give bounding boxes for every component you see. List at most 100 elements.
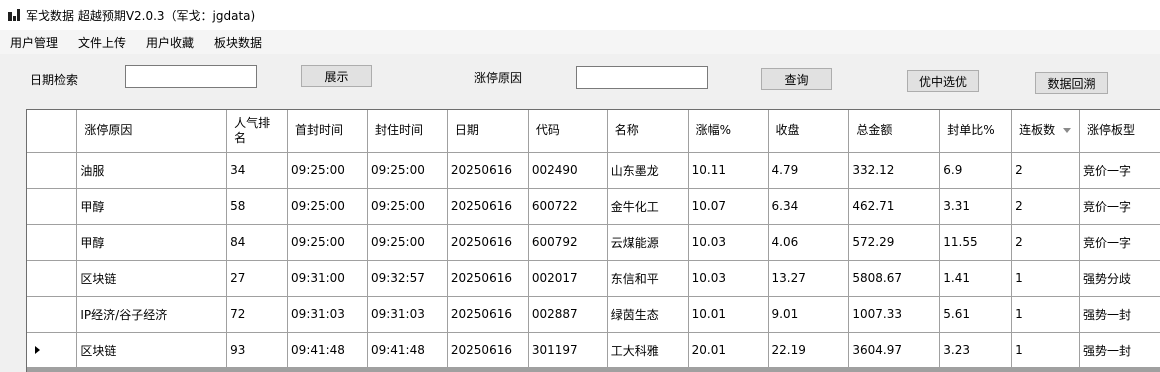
cell-code[interactable]: 600722 — [527, 187, 608, 225]
cell-consecutive-boards[interactable]: 1 — [1011, 295, 1080, 333]
cell-seal-time[interactable]: 09:31:03 — [366, 295, 448, 333]
query-button[interactable]: 查询 — [761, 68, 832, 90]
cell-name[interactable]: 工大科雅 — [606, 331, 689, 369]
row-header[interactable] — [27, 187, 78, 225]
column-header-board-type[interactable]: 涨停板型 — [1079, 110, 1160, 153]
cell-name[interactable]: 云煤能源 — [606, 223, 689, 261]
cell-close[interactable]: 4.06 — [767, 223, 850, 261]
cell-first-seal-time[interactable]: 09:25:00 — [287, 151, 368, 189]
cell-first-seal-time[interactable]: 09:31:03 — [287, 295, 368, 333]
cell-date[interactable]: 20250616 — [446, 331, 529, 369]
cell-popularity[interactable]: 72 — [226, 295, 289, 333]
cell-name[interactable]: 绿茵生态 — [606, 295, 689, 333]
table-row[interactable]: 甲醇 84 09:25:00 09:25:00 20250616 600792 云煤能源 10… — [27, 223, 1160, 261]
cell-seal-time[interactable]: 09:41:48 — [366, 331, 448, 369]
cell-first-seal-time[interactable]: 09:25:00 — [287, 223, 368, 261]
cell-consecutive-boards[interactable]: 2 — [1011, 187, 1080, 225]
cell-popularity[interactable]: 93 — [226, 331, 289, 369]
cell-seal-time[interactable]: 09:25:00 — [366, 187, 448, 225]
menu-file-upload[interactable]: 文件上传 — [78, 34, 126, 51]
show-button[interactable]: 展示 — [301, 65, 372, 87]
cell-consecutive-boards[interactable]: 1 — [1011, 331, 1080, 369]
cell-first-seal-time[interactable]: 09:31:00 — [287, 259, 368, 297]
cell-reason[interactable]: 区块链 — [76, 259, 228, 297]
column-header-name[interactable]: 名称 — [606, 110, 689, 153]
cell-change-pct[interactable]: 20.01 — [687, 331, 769, 369]
cell-code[interactable]: 301197 — [527, 331, 608, 369]
cell-seal-ratio[interactable]: 3.31 — [939, 187, 1013, 225]
cell-board-type[interactable]: 强势一封 — [1079, 331, 1160, 369]
column-header-close[interactable]: 收盘 — [767, 110, 850, 153]
row-header[interactable] — [27, 259, 78, 297]
table-row[interactable]: 油服 34 09:25:00 09:25:00 20250616 002490 山东墨龙 10… — [27, 151, 1160, 189]
cell-reason[interactable]: 油服 — [76, 151, 228, 189]
table-row[interactable]: 甲醇 58 09:25:00 09:25:00 20250616 600722 金牛化工 10… — [27, 187, 1160, 225]
cell-board-type[interactable]: 强势分歧 — [1079, 259, 1160, 297]
cell-close[interactable]: 22.19 — [767, 331, 850, 369]
column-header-date[interactable]: 日期 — [446, 110, 529, 153]
column-header-consecutive-boards[interactable]: 连板数 — [1011, 110, 1080, 153]
cell-reason[interactable]: IP经济/谷子经济 — [76, 295, 228, 333]
cell-name[interactable]: 东信和平 — [606, 259, 689, 297]
cell-consecutive-boards[interactable]: 2 — [1011, 151, 1080, 189]
limit-reason-input[interactable] — [576, 66, 708, 89]
cell-seal-ratio[interactable]: 3.23 — [939, 331, 1013, 369]
column-header-first-seal-time[interactable]: 首封时间 — [287, 110, 368, 153]
cell-date[interactable]: 20250616 — [446, 187, 529, 225]
menu-user-favorites[interactable]: 用户收藏 — [146, 34, 194, 51]
cell-consecutive-boards[interactable]: 1 — [1011, 259, 1080, 297]
column-header-total-amount[interactable]: 总金额 — [848, 110, 941, 153]
cell-total-amount[interactable]: 332.12 — [848, 151, 941, 189]
cell-close[interactable]: 6.34 — [767, 187, 850, 225]
cell-seal-time[interactable]: 09:32:57 — [366, 259, 448, 297]
cell-name[interactable]: 金牛化工 — [606, 187, 689, 225]
cell-board-type[interactable]: 竞价一字 — [1079, 223, 1160, 261]
row-header[interactable] — [27, 295, 78, 333]
pick-best-button[interactable]: 优中选优 — [907, 70, 979, 92]
cell-date[interactable]: 20250616 — [446, 151, 529, 189]
cell-code[interactable]: 002490 — [527, 151, 608, 189]
cell-total-amount[interactable]: 1007.33 — [848, 295, 941, 333]
cell-total-amount[interactable]: 462.71 — [848, 187, 941, 225]
data-grid[interactable]: 涨停原因 人气排名 首封时间 封住时间 日期 代码 名称 涨幅% 收盘 总金额 … — [26, 109, 1160, 372]
cell-close[interactable]: 4.79 — [767, 151, 850, 189]
cell-seal-ratio[interactable]: 6.9 — [939, 151, 1013, 189]
cell-total-amount[interactable]: 3604.97 — [848, 331, 941, 369]
menu-sector-data[interactable]: 板块数据 — [214, 34, 262, 51]
cell-date[interactable]: 20250616 — [446, 259, 529, 297]
cell-reason[interactable]: 区块链 — [76, 331, 228, 369]
column-header-seal-ratio[interactable]: 封单比% — [939, 110, 1013, 153]
column-header-code[interactable]: 代码 — [527, 110, 608, 153]
cell-code[interactable]: 600792 — [527, 223, 608, 261]
column-header-reason[interactable]: 涨停原因 — [76, 110, 228, 153]
cell-change-pct[interactable]: 10.11 — [687, 151, 769, 189]
cell-popularity[interactable]: 58 — [226, 187, 289, 225]
cell-consecutive-boards[interactable]: 2 — [1011, 223, 1080, 261]
cell-code[interactable]: 002017 — [527, 259, 608, 297]
cell-change-pct[interactable]: 10.03 — [687, 223, 769, 261]
cell-reason[interactable]: 甲醇 — [76, 223, 228, 261]
cell-board-type[interactable]: 强势一封 — [1079, 295, 1160, 333]
menu-user-management[interactable]: 用户管理 — [10, 34, 58, 51]
cell-board-type[interactable]: 竞价一字 — [1079, 151, 1160, 189]
column-header-seal-time[interactable]: 封住时间 — [366, 110, 448, 153]
data-backtrack-button[interactable]: 数据回溯 — [1035, 72, 1108, 94]
column-header-change-pct[interactable]: 涨幅% — [687, 110, 769, 153]
cell-date[interactable]: 20250616 — [446, 223, 529, 261]
cell-popularity[interactable]: 27 — [226, 259, 289, 297]
cell-date[interactable]: 20250616 — [446, 295, 529, 333]
cell-code[interactable]: 002887 — [527, 295, 608, 333]
cell-name[interactable]: 山东墨龙 — [606, 151, 689, 189]
cell-seal-ratio[interactable]: 1.41 — [939, 259, 1013, 297]
cell-seal-ratio[interactable]: 11.55 — [939, 223, 1013, 261]
cell-close[interactable]: 13.27 — [767, 259, 850, 297]
cell-first-seal-time[interactable]: 09:25:00 — [287, 187, 368, 225]
cell-popularity[interactable]: 34 — [226, 151, 289, 189]
cell-seal-time[interactable]: 09:25:00 — [366, 151, 448, 189]
cell-total-amount[interactable]: 572.29 — [848, 223, 941, 261]
cell-board-type[interactable]: 竞价一字 — [1079, 187, 1160, 225]
cell-close[interactable]: 9.01 — [767, 295, 850, 333]
cell-change-pct[interactable]: 10.07 — [687, 187, 769, 225]
cell-popularity[interactable]: 84 — [226, 223, 289, 261]
table-row[interactable]: 区块链 93 09:41:48 09:41:48 20250616 301197 工大科雅 2… — [27, 331, 1160, 369]
